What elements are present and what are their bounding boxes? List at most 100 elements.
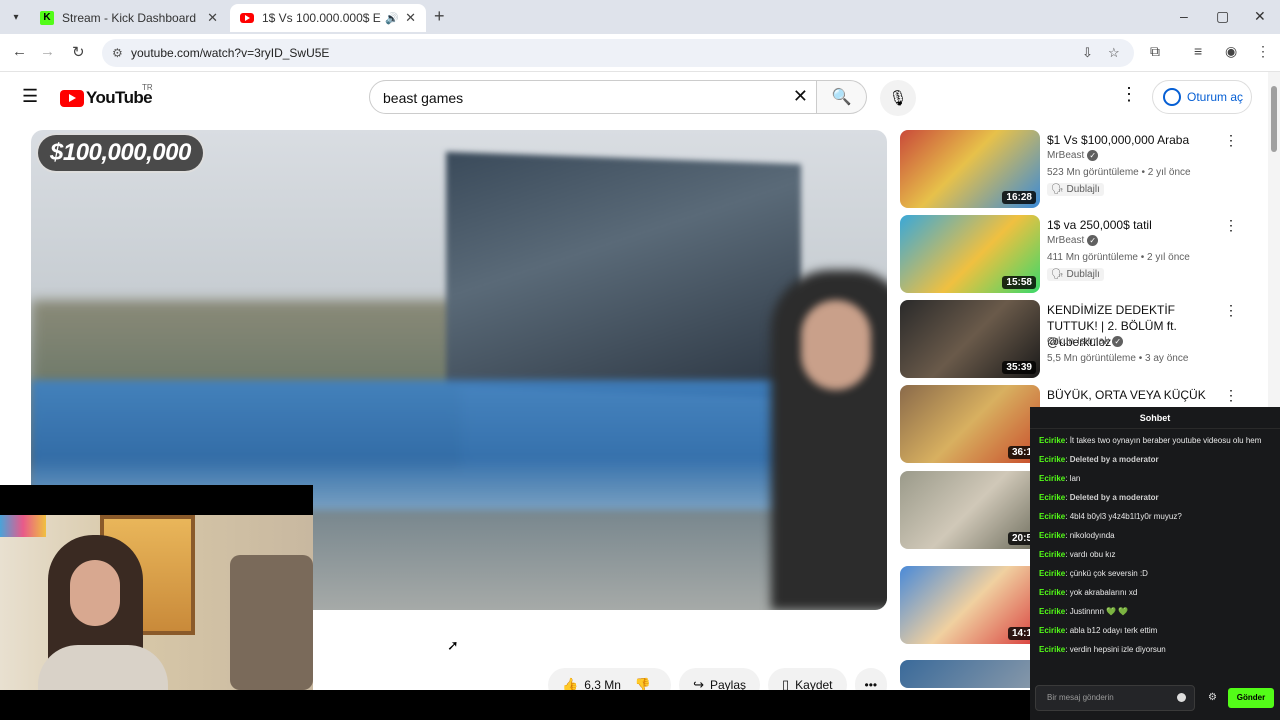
browser-menu-icon[interactable]: ⋮ [1256,43,1270,60]
chat-title: Sohbet [1030,407,1280,429]
video-duration: 35:39 [1002,361,1036,374]
search-input[interactable]: beast games ✕ [369,80,817,114]
more-vert-icon[interactable]: ⋮ [1224,132,1238,149]
chat-message: Ecirike: vardı obu kız [1039,550,1116,559]
back-icon[interactable]: ← [12,43,27,60]
video-title[interactable]: BÜYÜK, ORTA VEYA KÜÇÜK [1047,387,1222,403]
send-button[interactable]: Gönder [1228,688,1274,708]
chat-username[interactable]: Ecirike [1039,626,1065,635]
chat-username[interactable]: Ecirike [1039,569,1065,578]
sign-in-label: Oturum aç [1187,90,1244,104]
price-overlay: $100,000,000 [38,135,203,171]
bookmark-star-icon[interactable]: ☆ [1108,45,1120,61]
chat-message-text: Justinnnn 💚 💚 [1069,607,1129,616]
search-button[interactable]: 🔍 [817,80,867,114]
channel-name[interactable]: MrBeast ✓ [1047,235,1099,246]
more-vert-icon[interactable]: ⋮ [1224,217,1238,234]
clear-search-icon[interactable]: ✕ [793,86,808,107]
close-icon[interactable]: ✕ [207,10,218,26]
recommendation-item[interactable]: 16:28 $1 Vs $100,000,000 Araba MrBeast ✓ … [900,130,1260,210]
minimize-icon[interactable]: – [1180,8,1188,24]
chat-message: Ecirike: Justinnnn 💚 💚 [1039,607,1129,616]
more-vert-icon[interactable]: ⋮ [1224,387,1238,404]
video-thumbnail[interactable]: 20:5 [900,471,1040,549]
forward-icon[interactable]: → [40,43,55,60]
close-icon[interactable]: ✕ [405,10,416,26]
dubbed-badge: 🗣 Dublajlı [1047,183,1104,196]
video-thumbnail[interactable]: 15:58 [900,215,1040,293]
video-scene-screen [446,151,801,400]
reload-icon[interactable]: ↻ [72,43,85,61]
tab-youtube[interactable]: 1$ Vs 100.000.000$ Evi - Yo 🔊 ✕ [230,4,426,32]
chat-message: Ecirike: verdin hepsini izle diyorsun [1039,645,1166,654]
video-thumbnail[interactable] [900,660,1040,688]
scrollbar-thumb[interactable] [1271,86,1277,152]
chat-username[interactable]: Ecirike [1039,512,1065,521]
menu-icon[interactable]: ☰ [22,86,38,107]
audio-icon[interactable]: 🔊 [385,12,399,25]
video-title[interactable]: 1$ va 250,000$ tatil [1047,217,1222,233]
site-info-icon[interactable]: ⚙ [112,46,123,60]
settings-more-icon[interactable]: ⋮ [1120,84,1138,105]
profile-icon[interactable]: ◉ [1225,43,1237,60]
video-thumbnail[interactable]: 35:39 [900,300,1040,378]
chat-message: Ecirike: abla b12 odayı terk ettim [1039,626,1158,635]
install-icon[interactable]: ⇩ [1082,45,1093,61]
chat-message: Ecirike: 4bl4 b0yl3 y4z4b1l1y0r muyuz? [1039,512,1182,521]
video-duration: 15:58 [1002,276,1036,289]
url-text: youtube.com/watch?v=3ryID_SwU5E [131,46,330,60]
youtube-icon [240,13,254,23]
video-thumbnail[interactable]: 14:1 [900,566,1040,644]
window-close-icon[interactable]: ✕ [1254,8,1266,25]
recommendation-item[interactable]: 35:39 KENDİMİZE DEDEKTİF TUTTUK! | 2. BÖ… [900,300,1260,380]
channel-name[interactable]: Orkun Işıtmak ✓ [1047,336,1124,347]
webcam-poster [0,515,46,537]
emoji-icon[interactable] [1177,693,1186,702]
search-value: beast games [383,90,464,106]
youtube-logo[interactable]: YouTube [60,88,153,108]
chat-message: Ecirike: çünkü çok seversin :D [1039,569,1148,578]
verified-icon: ✓ [1112,336,1124,347]
new-tab-button[interactable]: + [434,6,445,27]
voice-search-button[interactable]: 🎙 [880,80,916,116]
kick-icon: K [40,11,54,25]
webcam-frame-top [0,485,313,515]
chat-messages: Ecirike: İt takes two oynayın beraber yo… [1039,434,1275,662]
chat-username[interactable]: Ecirike [1039,588,1065,597]
chat-username[interactable]: Ecirike [1039,474,1065,483]
gear-icon[interactable]: ⚙ [1208,692,1217,703]
video-title[interactable]: $1 Vs $100,000,000 Araba [1047,132,1222,148]
microphone-icon: 🎙 [888,90,908,107]
chat-input[interactable]: Bir mesaj gönderin [1035,685,1195,711]
chat-username[interactable]: Ecirike [1039,607,1065,616]
webcam-feed [0,515,313,690]
mouse-cursor-icon: ➚ [447,637,459,653]
video-meta: 523 Mn görüntüleme • 2 yıl önce [1047,167,1191,178]
kick-chat: Sohbet Ecirike: İt takes two oynayın ber… [1030,407,1280,720]
address-bar[interactable]: ⚙ youtube.com/watch?v=3ryID_SwU5E ⇩ ☆ [102,39,1134,67]
video-meta: 5,5 Mn görüntüleme • 3 ay önce [1047,353,1189,364]
more-vert-icon[interactable]: ⋮ [1224,302,1238,319]
channel-name[interactable]: MrBeast ✓ [1047,150,1099,161]
youtube-logo-icon [60,89,84,107]
chat-username[interactable]: Ecirike [1039,455,1065,464]
tab-search-button[interactable]: ▾ [6,7,26,27]
video-thumbnail[interactable]: 36:1 [900,385,1040,463]
chat-username[interactable]: Ecirike [1039,531,1065,540]
chat-username[interactable]: Ecirike [1039,493,1065,502]
maximize-icon[interactable]: ▢ [1216,8,1229,25]
extensions-icon[interactable]: ⧉ [1150,43,1160,60]
recommendation-item[interactable]: 15:58 1$ va 250,000$ tatil MrBeast ✓ 411 … [900,215,1260,295]
chat-message-text: Deleted by a moderator [1069,493,1159,502]
media-icon[interactable]: ≡ [1194,43,1202,59]
chat-username[interactable]: Ecirike [1039,436,1065,445]
video-thumbnail[interactable]: 16:28 [900,130,1040,208]
verified-icon: ✓ [1087,150,1099,161]
chat-username[interactable]: Ecirike [1039,550,1065,559]
chat-username[interactable]: Ecirike [1039,645,1065,654]
tab-kick-dashboard[interactable]: K Stream - Kick Dashboard ✕ [30,4,228,32]
chat-message-text: vardı obu kız [1069,550,1116,559]
sign-in-button[interactable]: Oturum aç [1152,80,1252,114]
search-icon: 🔍 [831,89,852,106]
chat-message: Ecirike: yok akrabalarını xd [1039,588,1138,597]
